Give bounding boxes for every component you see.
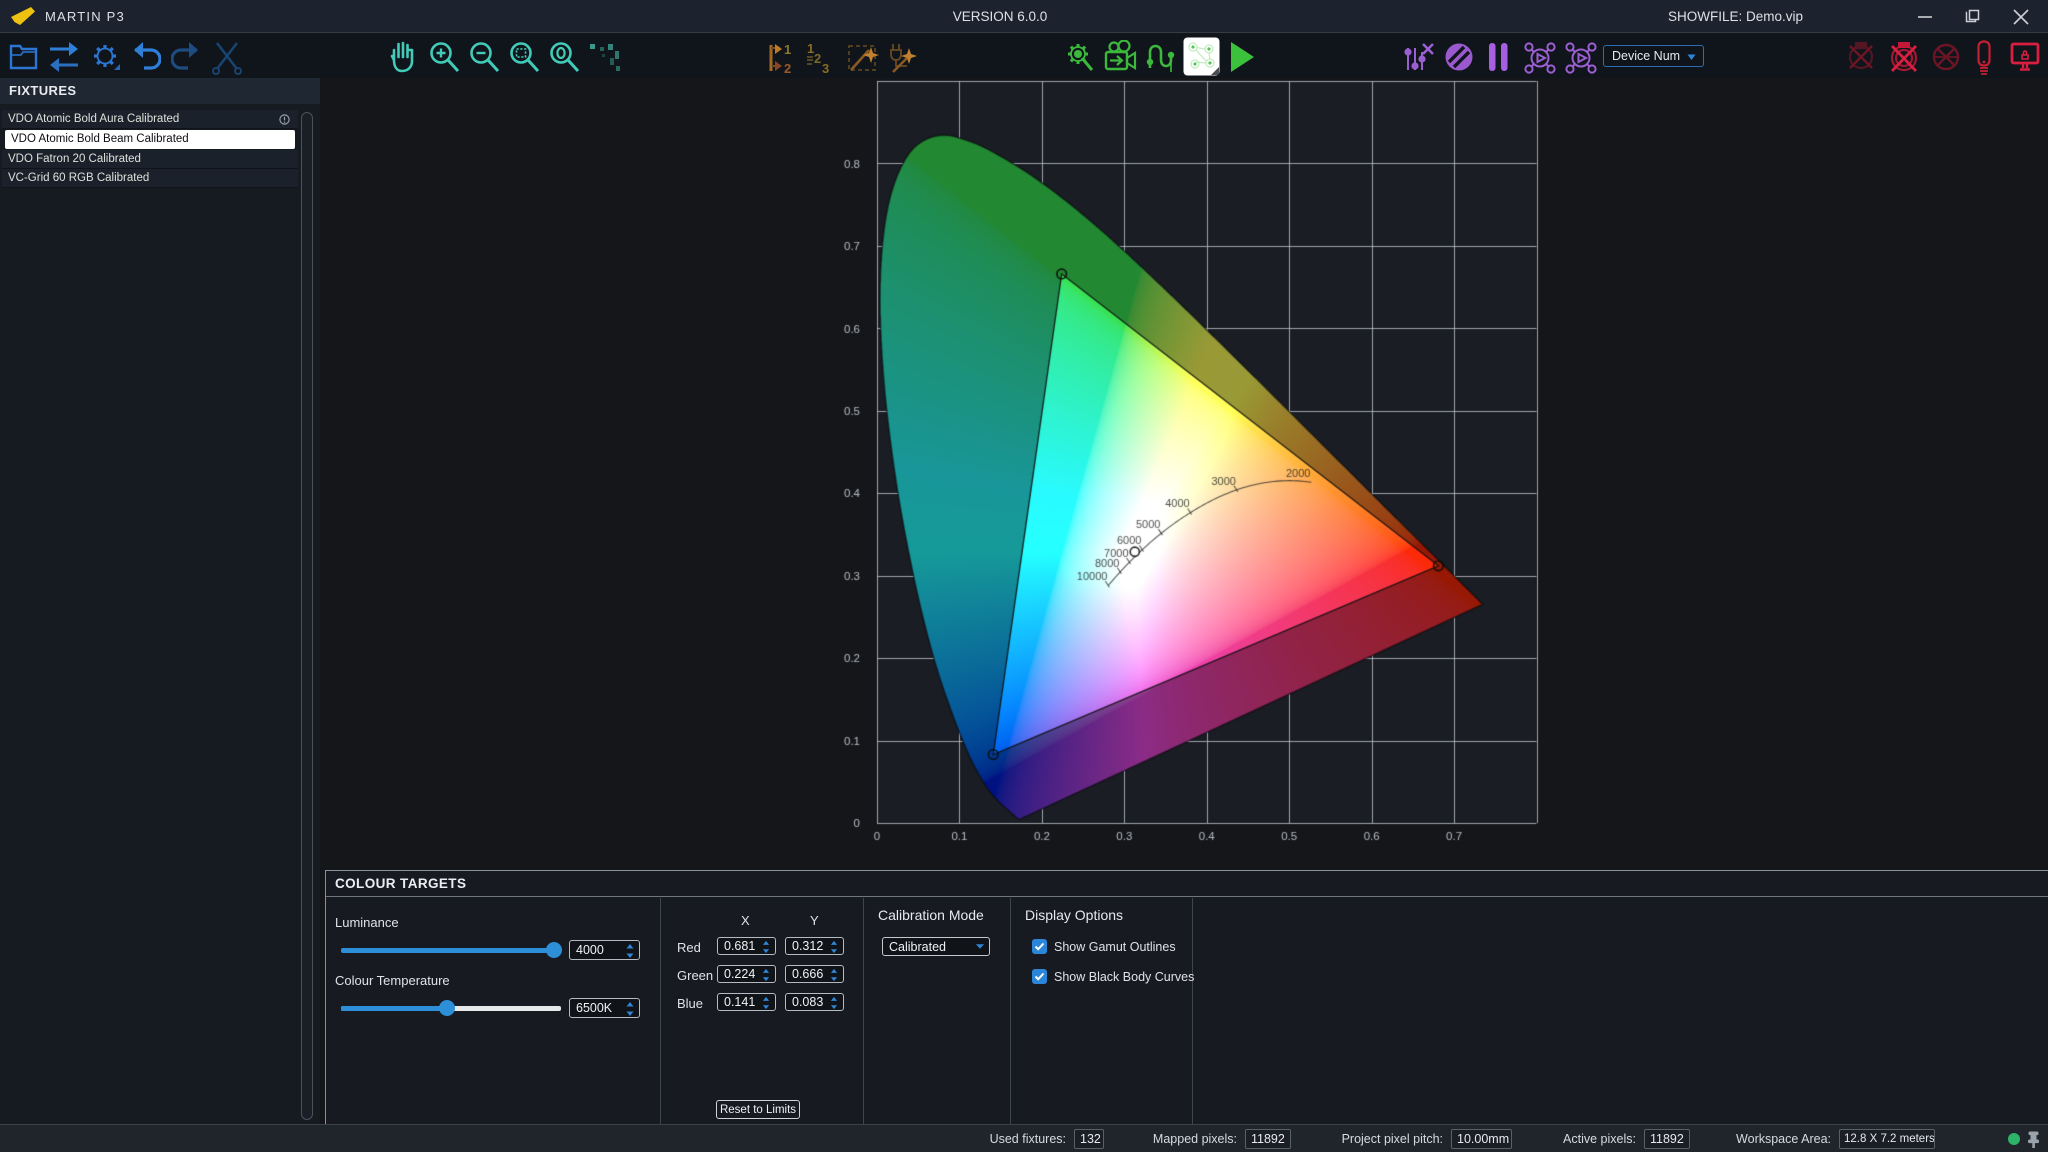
svg-text:1: 1 (784, 42, 791, 57)
svg-text:2: 2 (784, 61, 791, 76)
